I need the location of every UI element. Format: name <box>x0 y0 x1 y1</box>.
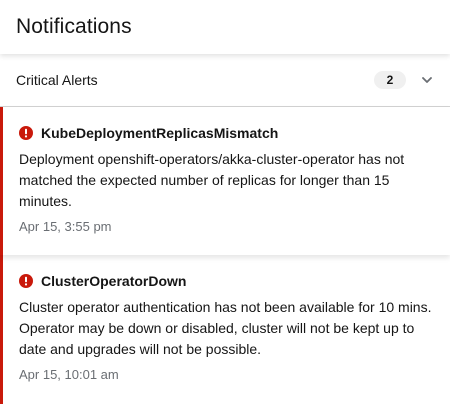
notification-timestamp: Apr 15, 10:01 am <box>19 367 119 382</box>
notification-header: ClusterOperatorDown <box>19 273 434 289</box>
notification-title: KubeDeploymentReplicasMismatch <box>41 125 279 141</box>
exclamation-circle-icon <box>19 274 33 288</box>
critical-alerts-group-toggle[interactable]: Critical Alerts 2 <box>0 54 450 107</box>
notification-description: Cluster operator authentication has not … <box>19 299 432 357</box>
notification-drawer: Notifications Critical Alerts 2 KubeDepl… <box>0 0 450 404</box>
notification-header: KubeDeploymentReplicasMismatch <box>19 125 434 141</box>
drawer-header: Notifications <box>0 0 450 54</box>
drawer-title: Notifications <box>16 15 132 38</box>
notification-description: Deployment openshift-operators/akka-clus… <box>19 151 405 209</box>
group-title: Critical Alerts <box>16 72 98 88</box>
alert-count-badge: 2 <box>374 71 406 89</box>
exclamation-circle-icon <box>19 126 33 140</box>
chevron-down-icon[interactable] <box>420 73 434 87</box>
notification-item[interactable]: KubeDeploymentReplicasMismatch Deploymen… <box>0 107 450 255</box>
notification-title: ClusterOperatorDown <box>41 273 187 289</box>
notification-item[interactable]: ClusterOperatorDown Cluster operator aut… <box>0 255 450 404</box>
notification-timestamp: Apr 15, 3:55 pm <box>19 219 112 234</box>
